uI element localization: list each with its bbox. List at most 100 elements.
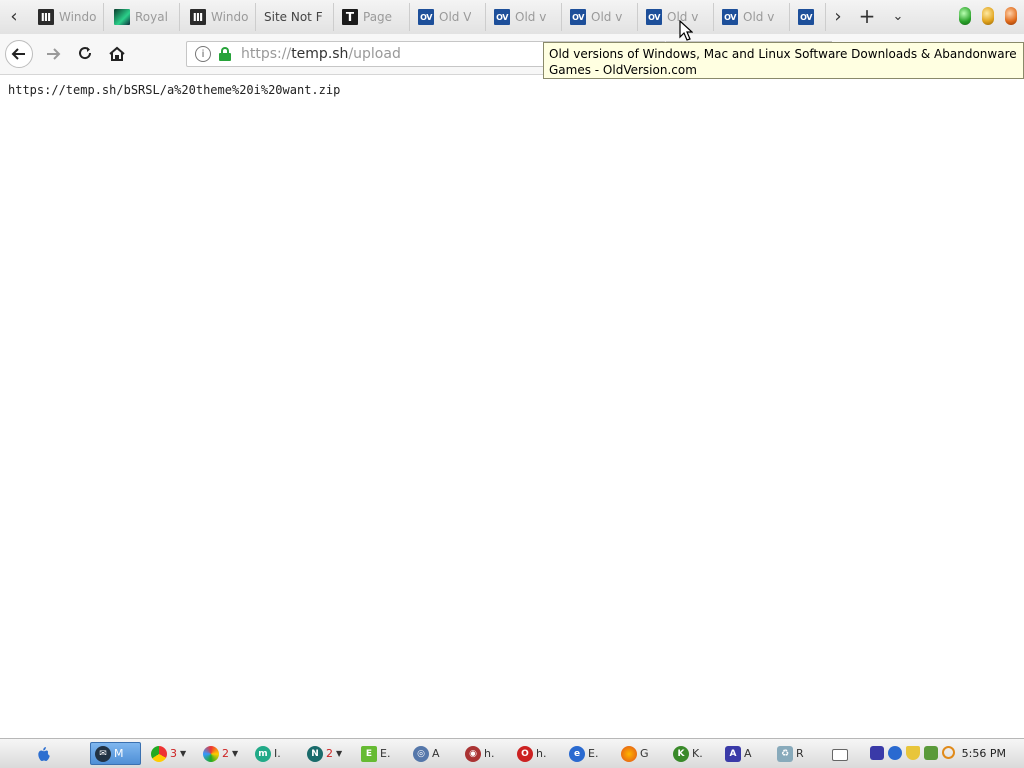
ov-icon: OV xyxy=(722,9,738,25)
taskbar-item-mail[interactable]: ✉ M xyxy=(90,742,141,765)
taskbar-item-globe[interactable]: ◎ A xyxy=(408,742,454,765)
museum-icon: Ⅲ xyxy=(38,9,54,25)
ov-icon: OV xyxy=(418,9,434,25)
taskbar-item-recycle[interactable]: ♻ R xyxy=(772,742,818,765)
taskbar-item-compass[interactable]: ◉ h. xyxy=(460,742,506,765)
taskbar-label: E. xyxy=(380,747,391,760)
chevron-down-icon[interactable]: ⌄ xyxy=(886,5,910,27)
mouse-cursor-icon xyxy=(679,20,693,41)
tab-2[interactable]: Royal xyxy=(108,3,180,31)
taskbar-item-ie[interactable]: e E. xyxy=(564,742,610,765)
keyboard-icon[interactable] xyxy=(832,749,848,761)
tab-scroll-right-icon[interactable]: › xyxy=(826,5,850,27)
palette-icon xyxy=(203,745,219,762)
tab-bar: ‹ Ⅲ Windo Royal Ⅲ Windo Site Not F T Pag… xyxy=(0,0,1024,35)
clock: 5:56 PM xyxy=(961,747,1006,760)
tab-label: Windo xyxy=(59,10,97,24)
tab-3[interactable]: Ⅲ Windo xyxy=(184,3,256,31)
taskbar-label: h. xyxy=(484,747,495,760)
taskbar-item-palette[interactable]: 2 ▼ xyxy=(198,742,246,765)
back-button[interactable] xyxy=(5,40,33,68)
forward-button[interactable] xyxy=(39,40,67,68)
taskbar-count: 2 xyxy=(222,747,229,760)
network-icon[interactable] xyxy=(924,746,938,760)
home-icon xyxy=(109,46,125,61)
taskbar-item-chrome[interactable]: 3 ▼ xyxy=(146,742,194,765)
arc-icon: A xyxy=(725,745,741,762)
minimize-light-icon[interactable] xyxy=(959,7,971,25)
taskbar-label: A xyxy=(744,747,752,760)
tab-7[interactable]: OV Old v xyxy=(488,3,562,31)
chevron-down-icon: ▼ xyxy=(180,749,187,758)
ie-tray-icon[interactable] xyxy=(888,746,902,760)
tab-1[interactable]: Ⅲ Windo xyxy=(32,3,104,31)
messenger-icon: m xyxy=(255,745,271,762)
home-button[interactable] xyxy=(103,40,131,68)
tab-label: Page xyxy=(363,10,393,24)
opera-icon: O xyxy=(517,745,533,762)
url-text[interactable]: https://temp.sh/upload xyxy=(241,46,401,62)
back-arrow-icon xyxy=(11,48,25,60)
ov-icon: OV xyxy=(646,9,662,25)
new-tab-icon[interactable]: + xyxy=(855,4,879,28)
taskbar-label: G xyxy=(640,747,649,760)
tab-label: Windo xyxy=(211,10,249,24)
museum-icon: Ⅲ xyxy=(190,9,206,25)
taskbar: ✉ M 3 ▼ 2 ▼ m I. N 2 ▼ E E. ◎ A ◉ h. O h… xyxy=(0,738,1024,768)
tab-9[interactable]: OV Old v xyxy=(640,3,714,31)
compass-icon: ◉ xyxy=(465,745,481,762)
taskbar-item-firefox[interactable]: G xyxy=(616,742,662,765)
chevron-down-icon: ▼ xyxy=(336,749,343,758)
info-icon[interactable]: i xyxy=(195,46,211,62)
tab-label: Site Not F xyxy=(264,10,323,24)
taskbar-item-arc[interactable]: A A xyxy=(720,742,766,765)
url-path: /upload xyxy=(348,46,401,62)
tab-6[interactable]: OV Old V xyxy=(412,3,486,31)
tab-label: Old v xyxy=(515,10,547,24)
forward-arrow-icon xyxy=(47,48,61,60)
tab-label: Royal xyxy=(135,10,168,24)
taskbar-label: I. xyxy=(274,747,281,760)
reload-button[interactable] xyxy=(71,40,99,68)
page-content-text: https://temp.sh/bSRSL/a%20theme%20i%20wa… xyxy=(8,83,341,97)
ov-icon: OV xyxy=(494,9,510,25)
taskbar-item-kmeleon[interactable]: K K. xyxy=(668,742,714,765)
tab-10[interactable]: OV Old v xyxy=(716,3,790,31)
taskbar-label: R xyxy=(796,747,804,760)
tab-label: Old v xyxy=(743,10,775,24)
t-letter-icon: T xyxy=(342,9,358,25)
taskbar-label: E. xyxy=(588,747,599,760)
globe-icon: ◎ xyxy=(413,745,429,762)
taskbar-item-opera[interactable]: O h. xyxy=(512,742,558,765)
chevron-down-icon: ▼ xyxy=(232,749,239,758)
arc-tray-icon[interactable] xyxy=(870,746,884,760)
editor-icon: E xyxy=(361,745,377,762)
mail-icon: ✉ xyxy=(95,745,111,762)
tab-label: Old V xyxy=(439,10,472,24)
taskbar-label: A xyxy=(432,747,440,760)
tab-11[interactable]: OV O xyxy=(792,3,826,31)
close-light-icon[interactable] xyxy=(1005,7,1017,25)
shield-icon[interactable] xyxy=(906,746,920,760)
taskbar-item-netscape[interactable]: N 2 ▼ xyxy=(302,742,350,765)
ov-icon: OV xyxy=(570,9,586,25)
lock-icon[interactable] xyxy=(219,47,231,61)
maximize-light-icon[interactable] xyxy=(982,7,994,25)
search-icon[interactable] xyxy=(942,746,955,759)
reload-icon xyxy=(79,47,92,60)
taskbar-item-messenger[interactable]: m I. xyxy=(250,742,296,765)
aurora-icon xyxy=(114,9,130,25)
tab-tooltip: Old versions of Windows, Mac and Linux S… xyxy=(543,42,1024,79)
taskbar-label: K. xyxy=(692,747,703,760)
tab-5[interactable]: T Page xyxy=(336,3,410,31)
url-host: temp.sh xyxy=(291,46,349,62)
apple-menu-button[interactable] xyxy=(32,742,56,765)
tab-8[interactable]: OV Old v xyxy=(564,3,638,31)
netscape-icon: N xyxy=(307,745,323,762)
chrome-icon xyxy=(151,745,167,762)
tab-scroll-left-icon[interactable]: ‹ xyxy=(3,5,25,27)
ie-icon: e xyxy=(569,745,585,762)
taskbar-item-editor[interactable]: E E. xyxy=(356,742,402,765)
tab-4[interactable]: Site Not F xyxy=(258,3,334,31)
kmeleon-icon: K xyxy=(673,745,689,762)
